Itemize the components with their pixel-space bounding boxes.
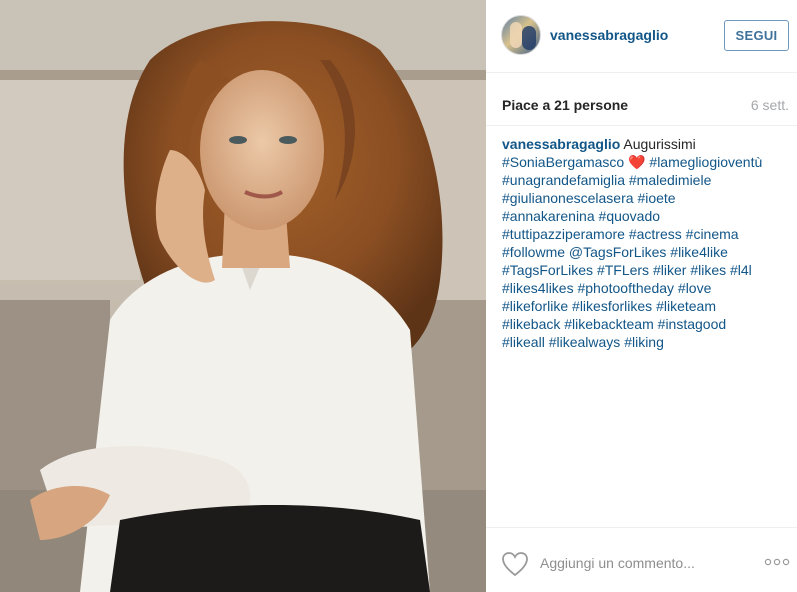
hashtag-link[interactable]: #maledimiele [629,172,711,188]
hashtag-link[interactable]: #love [678,280,711,296]
hashtag-link[interactable]: #likealways [549,334,621,350]
hashtag-link[interactable]: #TagsForLikes [502,262,593,278]
hashtag-link[interactable]: #liketeam [656,298,716,314]
hashtag-link[interactable]: #unagrandefamiglia [502,172,625,188]
hashtag-link[interactable]: #likeback [502,316,560,332]
caption-line: #SoniaBergamasco ❤️ #lamegliogioventù [502,153,792,171]
mention-link[interactable]: @TagsForLikes [569,244,666,260]
heart-icon[interactable] [501,551,529,577]
likes-prefix: Piace a [502,97,555,113]
hashtag-link[interactable]: #likes [690,262,726,278]
hashtag-link[interactable]: #instagood [658,316,727,332]
post-photo[interactable] [0,0,486,592]
hashtag-link[interactable]: #liker [653,262,686,278]
caption-line: #likeall #likealways #liking [502,333,792,351]
hashtag-link[interactable]: #annakarenina [502,208,595,224]
hashtag-link[interactable]: #giulianonescelasera [502,190,634,206]
caption-line: #likes4likes #photooftheday #love [502,279,792,297]
caption-hashtag-lines: #unagrandefamiglia #maledimiele #giuliano… [502,171,792,351]
hashtag-link[interactable]: #SoniaBergamasco [502,154,624,170]
hashtag-link[interactable]: #lamegliogioventù [649,154,762,170]
hashtag-link[interactable]: #ioete [637,190,675,206]
likes-number: 21 [554,97,570,113]
caption-line: #followme @TagsForLikes #like4like [502,243,792,261]
hashtag-link[interactable]: #likeall [502,334,545,350]
hashtag-link[interactable]: #liking [624,334,664,350]
more-options-icon[interactable] [764,555,790,569]
hashtag-link[interactable]: #likes4likes [502,280,574,296]
hashtag-link[interactable]: #likesforlikes [572,298,652,314]
caption-line: vanessabragaglio Augurissimi [502,135,792,153]
hashtag-link[interactable]: #likeforlike [502,298,568,314]
post-username[interactable]: vanessabragaglio [550,27,668,43]
caption-username[interactable]: vanessabragaglio [502,136,620,152]
hashtag-link[interactable]: #like4like [670,244,728,260]
post-side-panel: vanessabragaglio SEGUI Piace a 21 person… [486,0,797,592]
post-meta: Piace a 21 persone 6 sett. [486,73,797,126]
post-footer [486,527,797,592]
portrait-photo [0,0,486,592]
hashtag-link[interactable]: #TFLers [597,262,649,278]
hashtag-link[interactable]: #l4l [730,262,752,278]
post-caption: vanessabragaglio Augurissimi #SoniaBerga… [502,135,792,351]
hashtag-link[interactable]: #tuttipazziperamore [502,226,625,242]
hashtag-link[interactable]: #likebackteam [564,316,654,332]
caption-line: #TagsForLikes #TFLers #liker #likes #l4l [502,261,792,279]
hashtag-link[interactable]: #photooftheday [577,280,674,296]
follow-button[interactable]: SEGUI [724,20,789,51]
hashtag-link[interactable]: #quovado [599,208,661,224]
caption-line: #likeback #likebackteam #instagood [502,315,792,333]
post-header: vanessabragaglio SEGUI [486,0,797,73]
caption-line: #annakarenina #quovado [502,207,792,225]
comment-input[interactable] [540,552,750,574]
heart-emoji: ❤️ [624,154,646,170]
hashtag-link[interactable]: #followme [502,244,565,260]
caption-line: #likeforlike #likesforlikes #liketeam [502,297,792,315]
caption-text: Augurissimi [620,136,696,152]
hashtag-link[interactable]: #actress [629,226,682,242]
likes-count[interactable]: Piace a 21 persone [502,97,628,113]
caption-line: #giulianonescelasera #ioete [502,189,792,207]
caption-line: #unagrandefamiglia #maledimiele [502,171,792,189]
caption-line: #tuttipazziperamore #actress #cinema [502,225,792,243]
avatar[interactable] [501,15,541,55]
post-timestamp[interactable]: 6 sett. [751,97,789,113]
likes-suffix: persone [569,97,629,113]
hashtag-link[interactable]: #cinema [686,226,739,242]
